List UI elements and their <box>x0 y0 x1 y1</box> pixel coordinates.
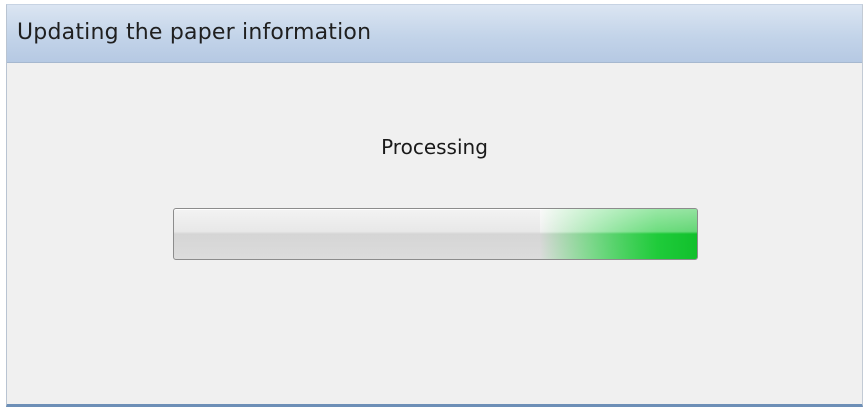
dialog-content: Processing <box>7 63 862 401</box>
title-bar[interactable]: Updating the paper information <box>7 5 862 63</box>
window-title: Updating the paper information <box>17 20 372 45</box>
progress-bar-fill <box>540 209 697 259</box>
status-label: Processing <box>381 135 488 159</box>
progress-bar <box>173 208 698 260</box>
progress-dialog-window: Updating the paper information Processin… <box>6 4 863 407</box>
